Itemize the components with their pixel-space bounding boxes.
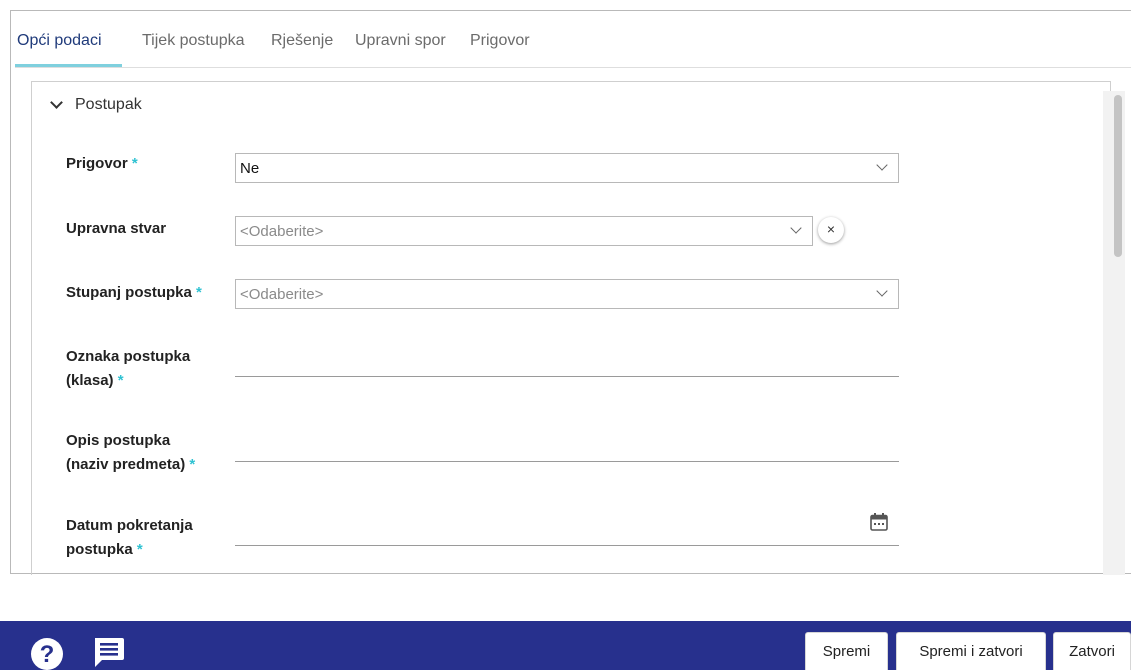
stupanj-postupka-select[interactable]: <Odaberite> <box>235 279 899 309</box>
close-button[interactable]: Zatvori <box>1053 632 1131 670</box>
required-marker: * <box>189 456 196 473</box>
tab-rjesenje[interactable]: Rješenje <box>271 32 333 50</box>
upravna-stvar-label: Upravna stvar <box>66 220 167 237</box>
prigovor-value: Ne <box>240 160 260 177</box>
required-marker: * <box>196 284 202 301</box>
opis-postupka-label: Opis postupka (naziv predmeta) * <box>66 432 196 473</box>
required-marker: * <box>131 155 138 172</box>
tab-tijek-postupka[interactable]: Tijek postupka <box>142 32 245 50</box>
dialog-frame: Opći podaci Tijek postupka Rješenje Upra… <box>10 10 1131 575</box>
chevron-down-icon <box>790 222 802 234</box>
required-marker: * <box>136 541 143 558</box>
oznaka-postupka-input[interactable] <box>235 347 899 377</box>
prigovor-label: Prigovor * <box>66 155 138 172</box>
section-title: Postupak <box>75 96 142 113</box>
tab-opci-podaci[interactable]: Opći podaci <box>17 32 102 50</box>
upravna-stvar-placeholder: <Odaberite> <box>240 223 324 240</box>
required-marker: * <box>117 372 124 389</box>
chevron-down-icon <box>50 95 63 109</box>
save-button[interactable]: Spremi <box>805 632 888 670</box>
datum-pokretanja-input[interactable] <box>235 516 899 546</box>
datum-pokretanja-label: Datum pokretanja postupka * <box>66 517 193 558</box>
upravna-stvar-select[interactable]: <Odaberite> <box>235 216 813 246</box>
calendar-icon[interactable] <box>869 512 889 532</box>
tab-prigovor[interactable]: Prigovor <box>470 32 530 50</box>
chat-icon[interactable] <box>92 636 125 670</box>
opis-postupka-input[interactable] <box>235 432 899 462</box>
stupanj-postupka-placeholder: <Odaberite> <box>240 286 324 303</box>
save-and-close-button[interactable]: Spremi i zatvori <box>896 632 1046 670</box>
tab-upravni-spor[interactable]: Upravni spor <box>355 32 446 50</box>
postupak-section-header[interactable]: Postupak <box>50 95 142 114</box>
prigovor-select[interactable]: Ne <box>235 153 899 183</box>
stupanj-postupka-label: Stupanj postupka * <box>66 284 202 301</box>
oznaka-postupka-label: Oznaka postupka (klasa) * <box>66 348 191 389</box>
help-icon[interactable]: ? <box>31 638 63 670</box>
active-tab-indicator <box>15 64 122 67</box>
chevron-down-icon <box>876 159 888 171</box>
clear-upravna-stvar-button[interactable]: × <box>818 217 844 243</box>
scrollbar-thumb[interactable] <box>1114 95 1122 257</box>
postupak-panel: Postupak Prigovor * Ne Upravna stvar <Od… <box>31 81 1111 575</box>
tab-bar: Opći podaci Tijek postupka Rješenje Upra… <box>15 11 1131 68</box>
chevron-down-icon <box>876 285 888 297</box>
